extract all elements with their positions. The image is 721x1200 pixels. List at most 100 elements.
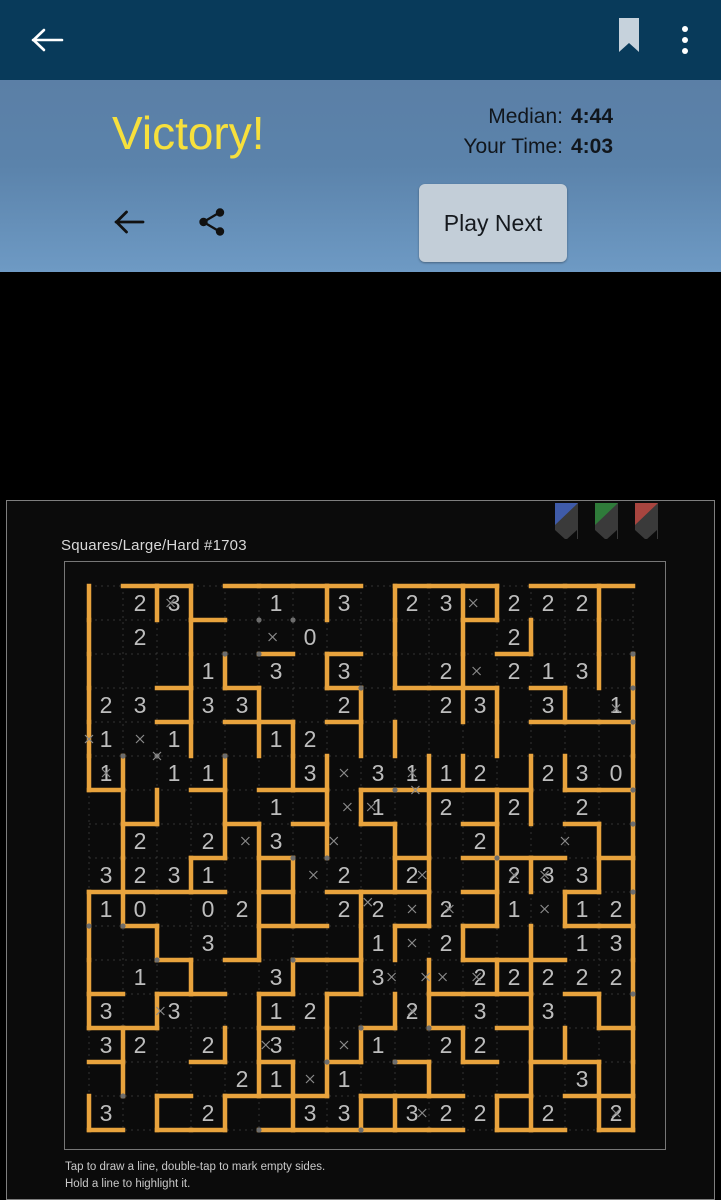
overflow-menu-button[interactable]: [663, 16, 707, 64]
arrow-left-icon: [31, 28, 64, 52]
clue-5-6: 3: [304, 760, 317, 786]
play-next-button[interactable]: Play Next: [419, 184, 567, 262]
clue-11-5: 3: [270, 964, 283, 990]
overflow-dot: [682, 48, 688, 54]
clue-3-10: 2: [440, 692, 453, 718]
grid-dot: [630, 889, 636, 895]
share-icon: [199, 208, 225, 236]
flag-green-tip: [595, 503, 618, 525]
your-time-label: Your Time:: [463, 135, 563, 158]
grid-dot: [358, 1127, 364, 1133]
victory-actions: [108, 200, 234, 244]
clue-8-0: 3: [100, 862, 113, 888]
clue-11-1: 1: [134, 964, 147, 990]
clue-15-6: 3: [304, 1100, 317, 1126]
puzzle-card: Squares/Large/Hard #1703 231323222202133…: [6, 500, 715, 1200]
clue-9-1: 0: [134, 896, 147, 922]
grid-dot: [426, 1025, 432, 1031]
clue-6-8: 1: [372, 794, 385, 820]
clue-2-14: 3: [576, 658, 589, 684]
clue-3-0: 2: [100, 692, 113, 718]
slitherlink-canvas[interactable]: 2 3 1 3 2 3 2 2 22 0 21 3 3 2 2 1 32 3 3 3 2 2 3 3 11 1 1 21 1 1 3 3 1 1 2…: [65, 562, 665, 1149]
grid-dot: [290, 855, 296, 861]
empty-mark: [363, 897, 373, 907]
clue-0-2: 3: [168, 590, 181, 616]
puzzle-grid[interactable]: 2313232222021332213233322331111211133112…: [64, 561, 666, 1150]
grid-dot: [256, 1127, 262, 1133]
grid-dot: [630, 821, 636, 827]
clue-14-7: 1: [338, 1066, 351, 1092]
empty-mark: [308, 870, 318, 880]
clue-0-13: 2: [542, 590, 555, 616]
clue-15-7: 3: [338, 1100, 351, 1126]
clue-15-0: 3: [100, 1100, 113, 1126]
clue-5-10: 1: [440, 760, 453, 786]
bookmark-icon: [619, 18, 639, 52]
clue-14-4: 2: [236, 1066, 249, 1092]
clue-7-3: 2: [202, 828, 215, 854]
clue-10-10: 2: [440, 930, 453, 956]
empty-mark: [339, 1040, 349, 1050]
clue-3-4: 3: [236, 692, 249, 718]
clue-5-11: 2: [474, 760, 487, 786]
grid-dot: [256, 617, 262, 623]
grid-dot: [324, 1059, 330, 1065]
flag-blue[interactable]: [555, 503, 578, 540]
clue-0-9: 2: [406, 590, 419, 616]
median-row: Median: 4:44: [463, 102, 613, 132]
clue-9-3: 0: [202, 896, 215, 922]
clue-3-11: 3: [474, 692, 487, 718]
share-button[interactable]: [190, 200, 234, 244]
clue-5-14: 3: [576, 760, 589, 786]
clue-12-11: 3: [474, 998, 487, 1024]
empty-mark: [540, 904, 550, 914]
clue-9-0: 1: [100, 896, 113, 922]
clue-7-11: 2: [474, 828, 487, 854]
clue-14-5: 1: [270, 1066, 283, 1092]
grid-dot: [222, 753, 228, 759]
flag-red[interactable]: [635, 503, 658, 540]
clue-11-8: 3: [372, 964, 385, 990]
clue-10-3: 3: [202, 930, 215, 956]
clue-13-1: 2: [134, 1032, 147, 1058]
bookmark-button[interactable]: [609, 16, 649, 64]
clue-5-13: 2: [542, 760, 555, 786]
grid-dot: [630, 787, 636, 793]
grid-dot: [392, 1059, 398, 1065]
clue-5-8: 3: [372, 760, 385, 786]
clue-0-10: 3: [440, 590, 453, 616]
clue-2-7: 3: [338, 658, 351, 684]
clue-8-7: 2: [338, 862, 351, 888]
clue-11-13: 2: [542, 964, 555, 990]
empty-mark: [152, 751, 162, 761]
clue-11-12: 2: [508, 964, 521, 990]
clue-0-12: 2: [508, 590, 521, 616]
clue-8-9: 2: [406, 862, 419, 888]
clue-12-6: 2: [304, 998, 317, 1024]
back-button[interactable]: [26, 18, 70, 62]
empty-mark: [339, 768, 349, 778]
grid-dot: [494, 855, 500, 861]
victory-banner: Victory! Median: 4:44 Your Time: 4:03 Pl…: [0, 80, 721, 272]
empty-mark: [329, 836, 339, 846]
clue-2-3: 1: [202, 658, 215, 684]
clue-9-14: 1: [576, 896, 589, 922]
victory-back-button[interactable]: [108, 200, 152, 244]
clue-6-14: 2: [576, 794, 589, 820]
victory-title: Victory!: [112, 107, 265, 159]
puzzle-instructions: Tap to draw a line, double-tap to mark e…: [65, 1159, 325, 1193]
clue-0-14: 2: [576, 590, 589, 616]
arrow-left-icon: [114, 210, 145, 234]
clue-11-15: 2: [610, 964, 623, 990]
flag-green[interactable]: [595, 503, 618, 540]
clue-10-14: 1: [576, 930, 589, 956]
clue-15-3: 2: [202, 1100, 215, 1126]
clue-14-14: 3: [576, 1066, 589, 1092]
clue-13-8: 1: [372, 1032, 385, 1058]
clue-7-5: 3: [270, 828, 283, 854]
clue-1-6: 0: [304, 624, 317, 650]
empty-mark: [438, 972, 448, 982]
clue-15-10: 2: [440, 1100, 453, 1126]
grid-dot: [358, 685, 364, 691]
empty-mark: [342, 802, 352, 812]
